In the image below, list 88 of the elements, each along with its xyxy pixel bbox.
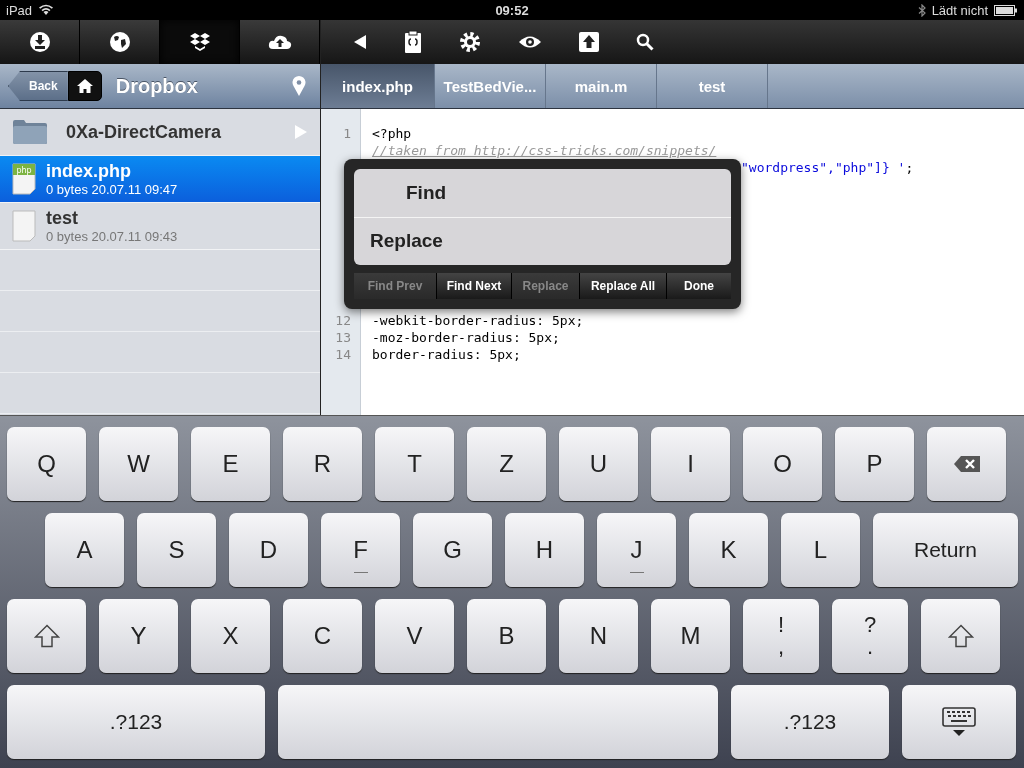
keyboard-key[interactable]: F	[321, 513, 400, 587]
globe-icon	[108, 31, 131, 53]
code-line: //taken from http://css-tricks.com/snippets/	[372, 143, 717, 158]
file-name: index.php	[46, 161, 132, 182]
folder-title: Dropbox	[115, 74, 198, 98]
keyboard-key[interactable]: X	[191, 599, 270, 673]
code-line: <?php	[372, 126, 412, 141]
keyboard-key[interactable]: K	[689, 513, 768, 587]
eye-icon[interactable]	[518, 35, 542, 49]
keyboard-key[interactable]: H	[505, 513, 584, 587]
charging-status: Lädt nicht	[931, 2, 988, 18]
popover-button[interactable]: Find Next	[437, 273, 512, 299]
code-line: -moz-border-radius: 5px;	[372, 330, 560, 345]
keyboard-key[interactable]: E	[191, 427, 270, 501]
wifi-icon	[38, 4, 55, 16]
keyboard-key[interactable]: T	[375, 427, 454, 501]
keyboard-key[interactable]: .?123	[7, 685, 265, 759]
shift-icon	[947, 624, 974, 648]
location-pin-icon[interactable]	[292, 76, 306, 96]
upload-icon[interactable]	[579, 32, 599, 52]
keyboard-key[interactable]: M	[651, 599, 730, 673]
keyboard-key[interactable]: B	[467, 599, 546, 673]
hide-keyboard-icon	[942, 707, 976, 737]
line-number: 12	[335, 313, 351, 328]
back-button[interactable]: Back	[8, 71, 68, 101]
keyboard-key[interactable]: N	[559, 599, 638, 673]
code-line: "wordpress","php"]} ';	[741, 160, 914, 175]
keyboard-key[interactable]: ? .	[832, 599, 908, 673]
keyboard-key[interactable]	[927, 427, 1006, 501]
keyboard-key[interactable]: Q	[7, 427, 86, 501]
settings-icon[interactable]	[459, 31, 481, 53]
toolbar-tab[interactable]	[160, 20, 240, 64]
keyboard-key[interactable]: L	[781, 513, 860, 587]
keyboard-key[interactable]: .?123	[731, 685, 889, 759]
keyboard-key[interactable]	[902, 685, 1016, 759]
keyboard-key[interactable]: R	[283, 427, 362, 501]
popover-button[interactable]: Replace All	[580, 273, 667, 299]
battery-icon	[994, 4, 1018, 16]
code-line: border-radius: 5px;	[372, 347, 521, 362]
file-row[interactable]: php index.php 0 bytes 20.07.11 09:47	[0, 156, 320, 203]
file-details: 0 bytes 20.07.11 09:47	[46, 182, 178, 197]
php-file-icon: php	[12, 163, 36, 195]
line-number: 13	[335, 330, 351, 345]
folder-icon	[12, 119, 48, 145]
file-tab[interactable]: index.php	[321, 64, 435, 108]
download-icon	[28, 31, 51, 53]
keyboard-key[interactable]: O	[743, 427, 822, 501]
file-name: 0Xa-DirectCamera	[66, 121, 222, 143]
popover-button[interactable]: Done	[667, 273, 731, 299]
back-arrow-icon[interactable]	[353, 34, 367, 50]
keyboard-key[interactable]: D	[229, 513, 308, 587]
keyboard-key[interactable]: ! ,	[743, 599, 819, 673]
home-icon	[76, 79, 93, 93]
keyboard-key[interactable]: S	[137, 513, 216, 587]
home-button[interactable]	[67, 71, 102, 101]
keyboard-key[interactable]	[921, 599, 1000, 673]
search-icon[interactable]	[636, 33, 654, 51]
keyboard-key[interactable]: Z	[467, 427, 546, 501]
dropbox-icon	[188, 32, 211, 52]
line-number: 14	[335, 347, 351, 362]
keyboard-key[interactable]: W	[99, 427, 178, 501]
keyboard-key[interactable]: A	[45, 513, 124, 587]
keyboard-key[interactable]: I	[651, 427, 730, 501]
clipboard-icon[interactable]	[404, 30, 422, 54]
keyboard-key[interactable]: P	[835, 427, 914, 501]
disclosure-arrow-icon	[294, 124, 308, 140]
file-icon	[12, 210, 36, 242]
shift-icon	[33, 624, 60, 648]
cloud-upload-icon	[267, 34, 292, 50]
file-row[interactable]: test 0 bytes 20.07.11 09:43	[0, 203, 320, 250]
clock-time: 09:52	[495, 2, 529, 18]
replace-field[interactable]: Replace	[354, 217, 731, 265]
backspace-icon	[952, 455, 981, 473]
find-field[interactable]: Find	[354, 169, 731, 217]
keyboard-key[interactable]: V	[375, 599, 454, 673]
file-details: 0 bytes 20.07.11 09:43	[46, 229, 178, 244]
keyboard-key[interactable]: J	[597, 513, 676, 587]
keyboard-key[interactable]: C	[283, 599, 362, 673]
keyboard-key[interactable]: Y	[99, 599, 178, 673]
file-name: test	[46, 208, 79, 229]
keyboard-key[interactable]: Return	[873, 513, 1018, 587]
keyboard-key[interactable]: G	[413, 513, 492, 587]
keyboard-key[interactable]: U	[559, 427, 638, 501]
bluetooth-icon	[917, 3, 926, 17]
code-line: -webkit-border-radius: 5px;	[372, 313, 584, 328]
device-name: iPad	[6, 2, 33, 18]
keyboard-key[interactable]	[7, 599, 86, 673]
line-number: 1	[343, 126, 351, 141]
